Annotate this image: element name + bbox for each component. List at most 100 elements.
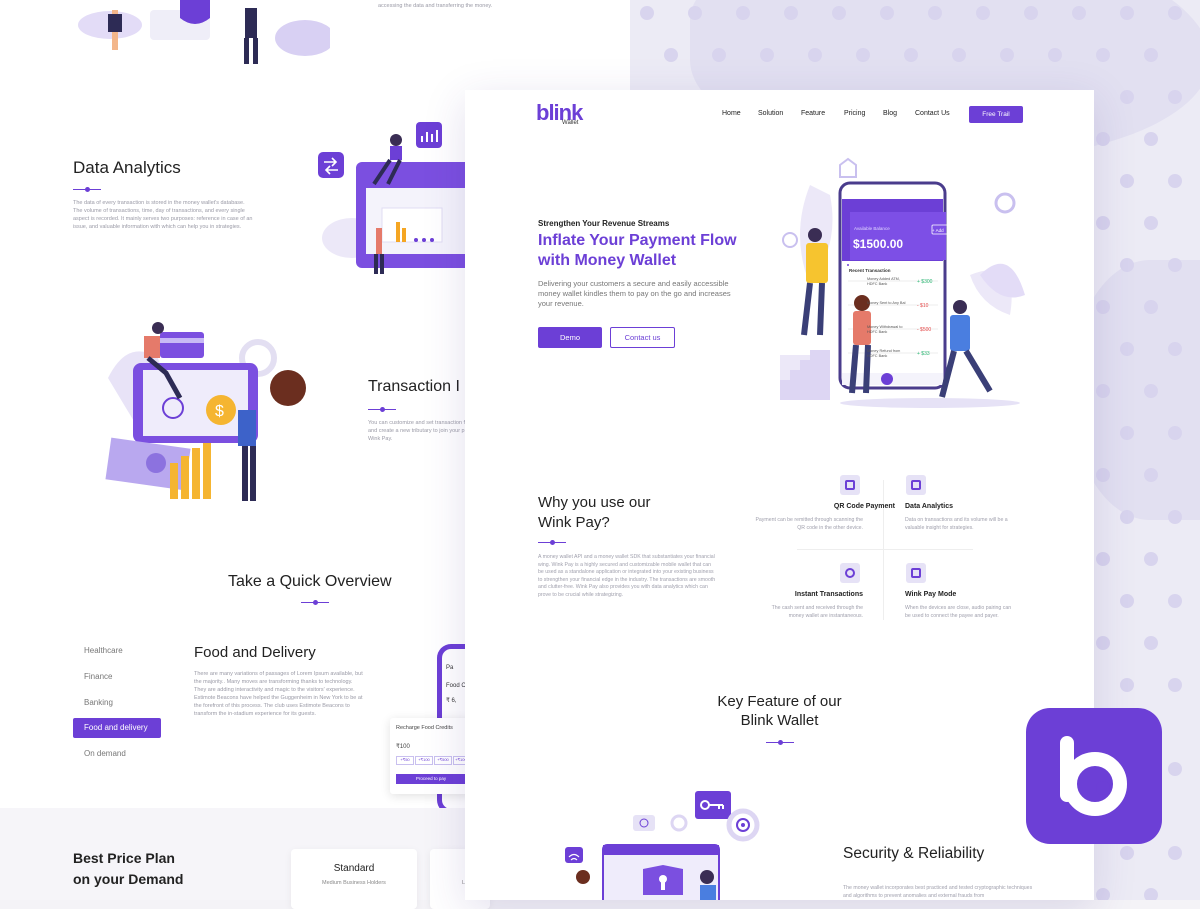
category-food-delivery-active[interactable]: Food and delivery — [73, 718, 161, 738]
security-body: The money wallet incorporates best pract… — [843, 885, 1033, 899]
pattern-dot — [856, 48, 870, 62]
pattern-dot — [1168, 174, 1182, 188]
pattern-dot — [1096, 384, 1110, 398]
chip[interactable]: +₹100 — [415, 756, 433, 765]
overview-title: Take a Quick Overview — [228, 573, 392, 590]
recharge-card: Recharge Food Credits ₹100 +₹50 +₹100 +₹… — [390, 718, 472, 794]
pattern-dot — [1144, 888, 1158, 900]
blink-app-icon[interactable] — [1026, 708, 1162, 844]
phone-transaction-label: Money Added ATM, HDFC Bank — [867, 277, 900, 286]
price-title-line2: on your Demand — [73, 871, 184, 887]
pattern-dot — [1168, 258, 1182, 272]
nav-blog[interactable]: Blog — [883, 110, 897, 117]
recharge-amount[interactable]: ₹100 — [396, 743, 410, 750]
recharge-header: Recharge Food Credits — [396, 725, 453, 731]
phone-transaction-amount: + $300 — [917, 279, 933, 285]
transaction-desc: You can customize and set transaction f … — [368, 420, 466, 442]
pattern-dot — [976, 6, 990, 20]
hero-body: Delivering your customers a secure and e… — [538, 279, 731, 308]
security-illustration — [565, 791, 760, 900]
phone-mock-tab: Pa — [446, 665, 454, 671]
feature-instant-desc: The cash sent and received through the m… — [771, 605, 863, 619]
phone-balance: $1500.00 — [853, 237, 904, 251]
why-title-line2: Wink Pay? — [538, 514, 610, 531]
nav-feature[interactable]: Feature — [801, 110, 825, 117]
hero-eyebrow: Strengthen Your Revenue Streams — [538, 219, 670, 228]
qr-code-icon — [840, 475, 860, 495]
nav-solution[interactable]: Solution — [758, 110, 783, 117]
pattern-dot — [904, 48, 918, 62]
pattern-dot — [1168, 6, 1182, 20]
nav-contact-us[interactable]: Contact Us — [915, 110, 950, 117]
main-landing-page: blink Wallet Home Solution Feature Prici… — [465, 90, 1094, 900]
feature-paymode-title: Wink Pay Mode — [905, 591, 957, 598]
pattern-dot — [1168, 342, 1182, 356]
pattern-dot — [1120, 342, 1134, 356]
pattern-dot — [1072, 6, 1086, 20]
security-title: Security & Reliability — [843, 845, 985, 862]
price-card-sub: Medium Business Holders — [322, 880, 386, 886]
top-text: accessing the data and transferring the … — [378, 3, 493, 9]
pattern-dot — [784, 6, 798, 20]
pattern-dot — [1168, 762, 1182, 776]
grid-divider-h — [797, 549, 973, 550]
pattern-dot — [1144, 216, 1158, 230]
pattern-dot — [1048, 48, 1062, 62]
analytics-illustration — [318, 122, 472, 274]
pattern-dot — [1168, 846, 1182, 860]
price-card-title: Standard — [333, 863, 375, 874]
free-trial-button[interactable]: Free Trail — [969, 106, 1023, 123]
pattern-dot — [1096, 48, 1110, 62]
phone-transaction-label: Money Sent to Any Bal — [867, 301, 906, 305]
analytics-chart-icon — [906, 475, 926, 495]
hero-title-line1: Inflate Your Payment Flow — [538, 232, 737, 249]
pattern-dot — [880, 6, 894, 20]
nav-pricing[interactable]: Pricing — [844, 110, 865, 117]
title-divider — [538, 540, 566, 545]
nav-home[interactable]: Home — [722, 110, 741, 117]
phone-mock-line2: ₹ 6, — [446, 698, 457, 704]
chip[interactable]: +₹500 — [434, 756, 452, 765]
category-healthcare[interactable]: Healthcare — [84, 646, 123, 655]
demo-button[interactable]: Demo — [538, 327, 602, 348]
title-divider — [368, 407, 396, 412]
pattern-dot — [1096, 300, 1110, 314]
phone-transaction-amount: + $33 — [917, 351, 930, 357]
feature-paymode-desc: When the devices are close, audio pairin… — [905, 605, 1012, 619]
phone-recent-title: Recent Transaction — [849, 268, 891, 273]
feature-analytics-title: Data Analytics — [905, 503, 953, 510]
chip[interactable]: +₹50 — [396, 756, 414, 765]
pattern-dot — [1144, 300, 1158, 314]
pattern-dot — [1120, 846, 1134, 860]
pattern-dot — [1096, 552, 1110, 566]
key-feature-title-line1: Key Feature of our — [717, 693, 842, 710]
pattern-dot — [1120, 6, 1134, 20]
pattern-dot — [952, 48, 966, 62]
feature-instant-title: Instant Transactions — [794, 591, 863, 598]
pay-mode-icon — [906, 563, 926, 583]
category-on-demand[interactable]: On demand — [84, 749, 126, 758]
pattern-dot — [760, 48, 774, 62]
feature-qr-desc: Payment can be remitted through scanning… — [755, 517, 863, 531]
pattern-dot — [1168, 426, 1182, 440]
price-title-line1: Best Price Plan — [73, 850, 175, 866]
contact-us-button[interactable]: Contact us — [610, 327, 675, 348]
feature-analytics-desc: Data on transactions and its volume will… — [905, 517, 1008, 531]
category-finance[interactable]: Finance — [84, 672, 112, 681]
phone-balance-label: Available Balance — [854, 226, 890, 231]
data-analytics-desc: The data of every transaction is stored … — [73, 200, 253, 230]
pattern-dot — [1096, 132, 1110, 146]
proceed-to-pay-button[interactable]: Proceed to pay — [396, 774, 466, 784]
pattern-dot — [1144, 384, 1158, 398]
pattern-dot — [736, 6, 750, 20]
pattern-dot — [1144, 468, 1158, 482]
pattern-dot — [664, 48, 678, 62]
pattern-dot — [808, 48, 822, 62]
price-card-standard[interactable]: Standard Medium Business Holders — [291, 849, 417, 909]
phone-add-button[interactable]: + Add — [932, 228, 944, 233]
svg-text:$: $ — [215, 403, 224, 420]
pattern-dot — [1120, 258, 1134, 272]
pattern-dot — [928, 6, 942, 20]
grid-divider-v — [883, 480, 884, 620]
category-banking[interactable]: Banking — [84, 698, 113, 707]
